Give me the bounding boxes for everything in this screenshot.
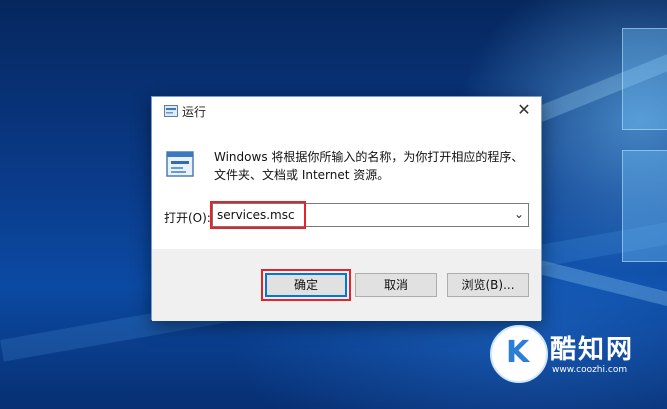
dialog-title: 运行 (182, 105, 207, 119)
windows-logo-pane (622, 28, 667, 130)
watermark-name: 酷知网 (550, 335, 635, 365)
windows-logo-pane (622, 150, 667, 262)
cancel-button[interactable]: 取消 (355, 273, 437, 297)
run-icon (164, 105, 178, 117)
input-highlight-box (210, 201, 306, 229)
watermark-url: www.coozhi.com (552, 365, 628, 375)
run-dialog: 运行 ✕ Windows 将根据你所输入的名称，为你打开相应的程序、文件夹、文档… (151, 96, 542, 321)
browse-button[interactable]: 浏览(B)... (447, 273, 529, 297)
title-bar[interactable]: 运行 ✕ (152, 97, 541, 125)
dialog-description: Windows 将根据你所输入的名称，为你打开相应的程序、文件夹、文档或 Int… (214, 150, 524, 182)
watermark-logo-icon: K (490, 325, 548, 383)
chevron-down-icon[interactable]: ⌄ (514, 207, 524, 221)
open-label: 打开(O): (164, 211, 211, 225)
run-icon (166, 151, 194, 177)
watermark: K 酷知网 www.coozhi.com (490, 325, 650, 385)
ok-highlight-box (261, 269, 351, 301)
close-icon[interactable]: ✕ (507, 97, 541, 125)
